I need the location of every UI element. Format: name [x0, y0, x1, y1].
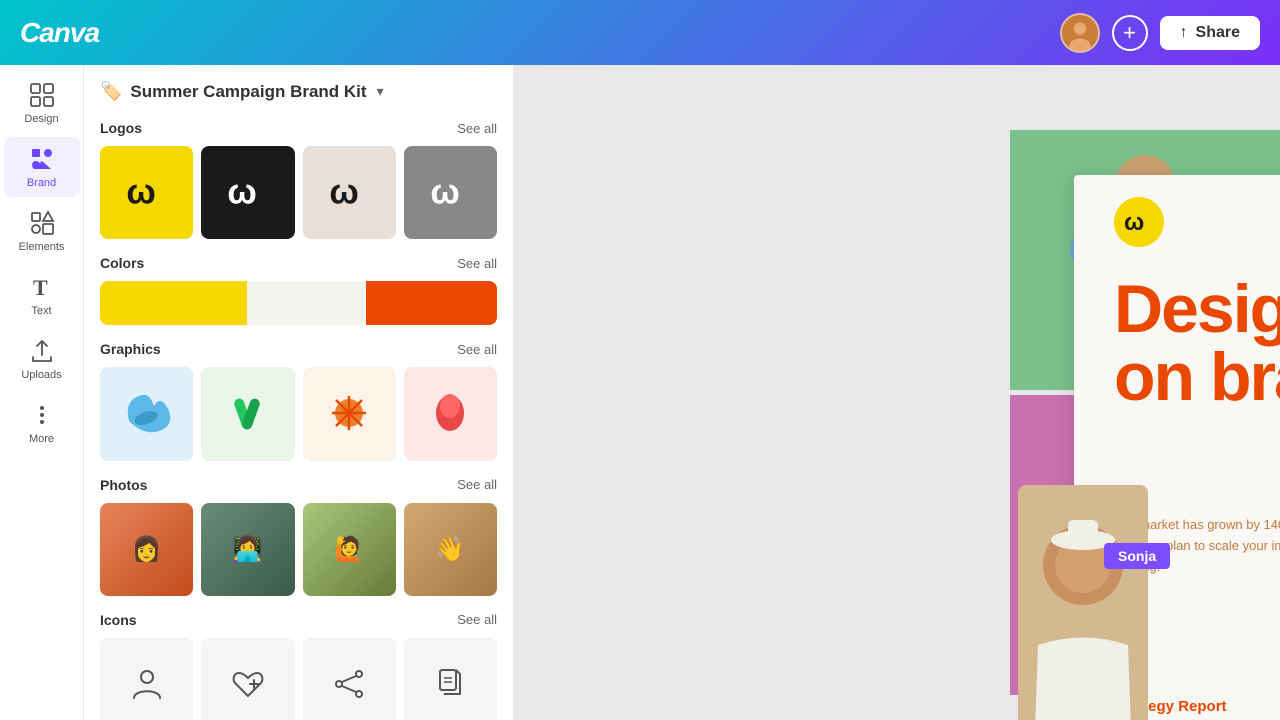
color-white[interactable]	[247, 281, 366, 325]
icon-tile-document[interactable]	[404, 638, 497, 720]
graphics-section-header: Graphics See all	[100, 341, 497, 357]
photos-section-header: Photos See all	[100, 477, 497, 493]
chevron-down-icon: ▾	[377, 83, 384, 100]
headline-line2: on brand	[1114, 343, 1280, 411]
brand-kit-icon: 🏷️	[100, 81, 122, 102]
icon-sidebar: Design Brand Elements	[0, 65, 84, 720]
graphic-item-3[interactable]	[303, 367, 396, 460]
icons-section-header: Icons See all	[100, 612, 497, 628]
sonja-tooltip-pointer	[1104, 562, 1114, 572]
headline-line1: Design	[1114, 275, 1280, 343]
icon-tile-share[interactable]	[303, 638, 396, 720]
photos-grid: 👩 👩‍💻 🙋 👋	[100, 503, 497, 596]
svg-text:T: T	[33, 275, 48, 300]
icons-grid	[100, 638, 497, 720]
photo-item-2[interactable]: 👩‍💻	[201, 503, 294, 596]
sidebar-item-elements[interactable]: Elements	[4, 201, 80, 261]
icon-tile-heart-plus[interactable]	[201, 638, 294, 720]
logos-see-all[interactable]: See all	[457, 121, 497, 136]
sidebar-item-brand-label: Brand	[27, 177, 56, 189]
logo-item-4[interactable]: ω	[404, 146, 497, 239]
colors-bar[interactable]	[100, 281, 497, 325]
share-icon: ↑	[1180, 24, 1188, 42]
brand-icon	[28, 145, 56, 173]
share-button[interactable]: ↑ Share	[1160, 16, 1260, 50]
photos-title: Photos	[100, 477, 147, 493]
logos-grid: ω ω ω ω	[100, 146, 497, 239]
sidebar-item-text[interactable]: T Text	[4, 265, 80, 325]
header-right: + ↑ Share	[1060, 13, 1260, 53]
share-label: Share	[1196, 24, 1240, 42]
graphic-item-4[interactable]	[404, 367, 497, 460]
sidebar-item-uploads-label: Uploads	[21, 369, 61, 381]
logo-item-2[interactable]: ω	[201, 146, 294, 239]
sidebar-item-uploads[interactable]: Uploads	[4, 329, 80, 389]
colors-see-all[interactable]: See all	[457, 256, 497, 271]
color-yellow[interactable]	[100, 281, 247, 325]
sonja-photo	[1018, 485, 1148, 720]
sidebar-item-brand[interactable]: Brand	[4, 137, 80, 197]
header: Canva + ↑ Share	[0, 0, 1280, 65]
add-button[interactable]: +	[1112, 15, 1148, 51]
text-icon: T	[28, 273, 56, 301]
icon-tile-person[interactable]	[100, 638, 193, 720]
more-icon	[28, 401, 56, 429]
logos-title: Logos	[100, 120, 142, 136]
sidebar-item-design[interactable]: Design	[4, 73, 80, 133]
graphic-item-1[interactable]	[100, 367, 193, 460]
card-headline: Design on brand	[1114, 275, 1280, 411]
colors-section-header: Colors See all	[100, 255, 497, 271]
svg-text:ω: ω	[1124, 209, 1144, 236]
avatar[interactable]	[1060, 13, 1100, 53]
logo-item-1[interactable]: ω	[100, 146, 193, 239]
svg-text:ω: ω	[126, 173, 155, 212]
canva-logo: Canva	[20, 17, 99, 49]
card-logo: ω	[1114, 197, 1164, 247]
sidebar-item-text-label: Text	[31, 305, 51, 317]
brand-kit-title: Summer Campaign Brand Kit	[130, 82, 366, 102]
sidebar-item-more[interactable]: More	[4, 393, 80, 453]
uploads-icon	[28, 337, 56, 365]
graphics-title: Graphics	[100, 341, 161, 357]
sidebar-item-design-label: Design	[24, 113, 58, 125]
svg-text:ω: ω	[329, 173, 358, 212]
logos-section-header: Logos See all	[100, 120, 497, 136]
photo-item-4[interactable]: 👋	[404, 503, 497, 596]
colors-title: Colors	[100, 255, 144, 271]
icons-see-all[interactable]: See all	[457, 612, 497, 627]
photo-item-1[interactable]: 👩	[100, 503, 193, 596]
photo-item-3[interactable]: 🙋	[303, 503, 396, 596]
grid-icon	[28, 81, 56, 109]
svg-text:ω: ω	[228, 173, 257, 212]
svg-text:ω: ω	[430, 173, 459, 212]
graphics-grid	[100, 367, 497, 460]
elements-icon	[28, 209, 56, 237]
photos-see-all[interactable]: See all	[457, 477, 497, 492]
canvas-area: ω Design on brand Our market has grown b…	[514, 65, 1280, 720]
sidebar-item-more-label: More	[29, 433, 54, 445]
logo-item-3[interactable]: ω	[303, 146, 396, 239]
brand-panel: 🏷️ Summer Campaign Brand Kit ▾ Logos See…	[84, 65, 514, 720]
graphic-item-2[interactable]	[201, 367, 294, 460]
color-orange[interactable]	[366, 281, 497, 325]
brand-kit-header[interactable]: 🏷️ Summer Campaign Brand Kit ▾	[100, 81, 497, 102]
sidebar-item-elements-label: Elements	[19, 241, 65, 253]
graphics-see-all[interactable]: See all	[457, 342, 497, 357]
icons-title: Icons	[100, 612, 137, 628]
